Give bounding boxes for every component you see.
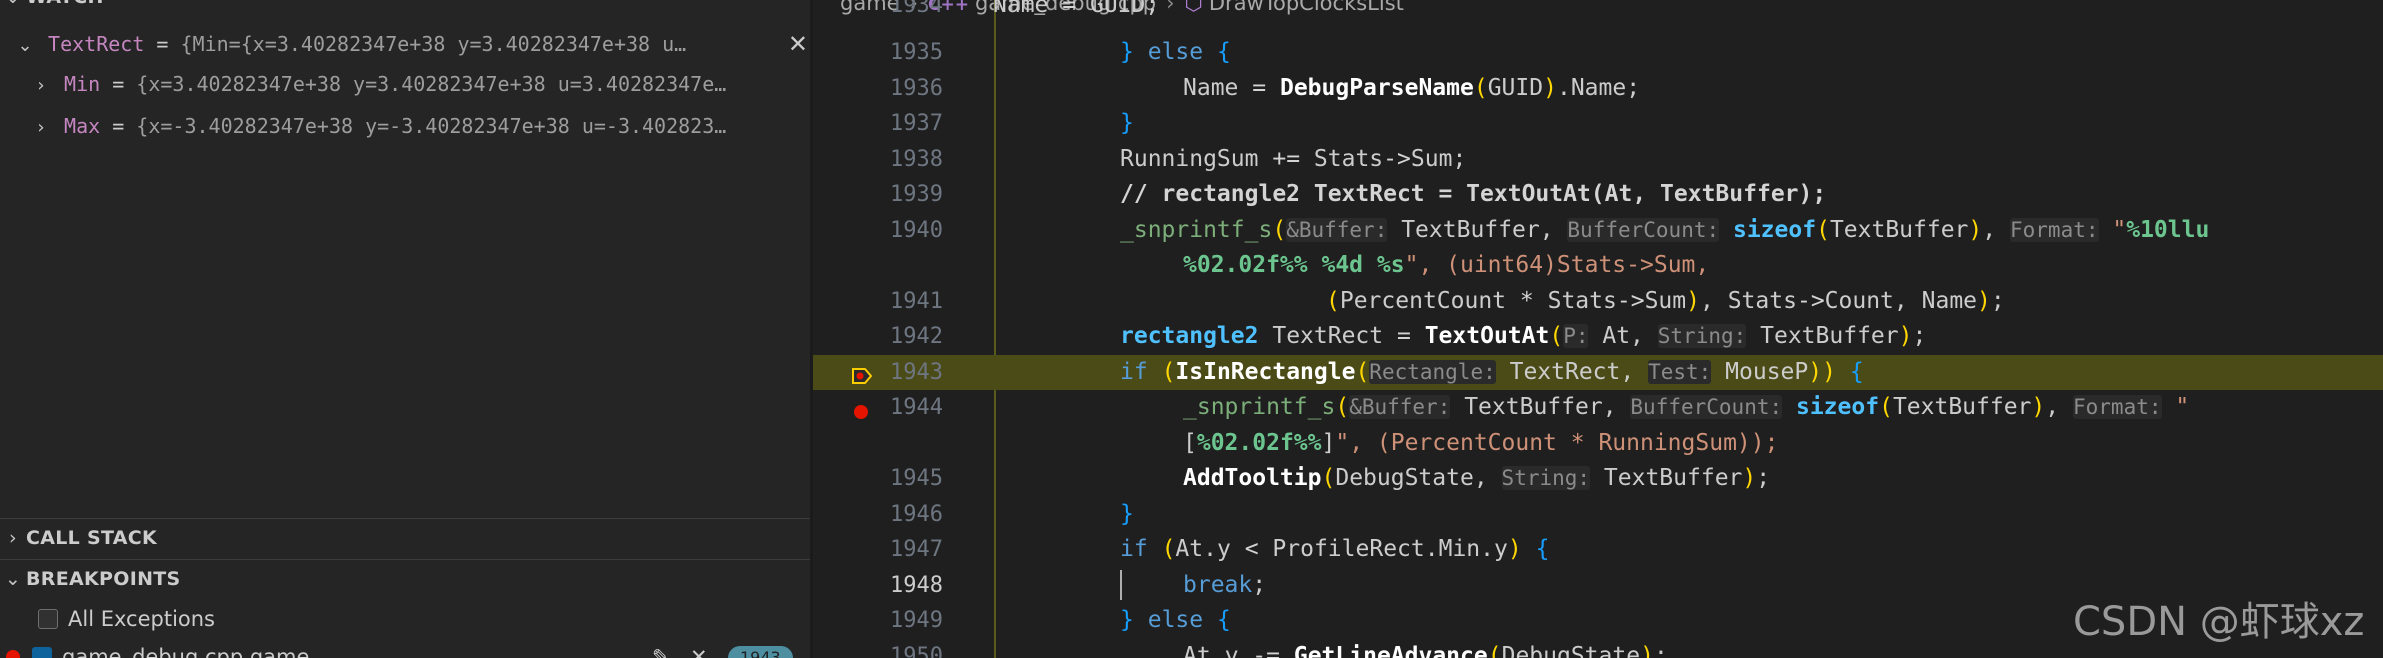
code-editor[interactable]: game › C++ game_debug.cpp › ⬡ DrawTopClocksLis… [813, 0, 2383, 658]
code-text[interactable]: AddTooltip(DebugState, String: TextBuffe… [1183, 461, 1770, 497]
chevron-down-icon[interactable]: ⌄ [14, 28, 36, 62]
all-exceptions-label: All Exceptions [68, 607, 215, 631]
watch-header-label: WATCH [26, 0, 104, 8]
watch-value: {Min={x=3.40282347e+38 y=3.40282347e+38 … [180, 32, 687, 56]
call-stack-label: CALL STACK [26, 527, 158, 549]
chevron-right-icon[interactable]: › [30, 68, 52, 102]
line-number[interactable]: 1938 [813, 142, 943, 178]
breakpoints-section-header[interactable]: ⌄ BREAKPOINTS [0, 559, 810, 598]
code-line[interactable]: 1947 if (At.y < ProfileRect.Min.y) { [813, 532, 2383, 568]
code-line[interactable]: 1939 // rectangle2 TextRect = TextOutAt(A… [813, 177, 2383, 213]
code-text[interactable]: } else { [1120, 603, 1231, 639]
line-number[interactable]: 1948 [813, 568, 943, 604]
watch-value: {x=3.40282347e+38 y=3.40282347e+38 u=3.4… [136, 72, 727, 96]
code-text[interactable]: At.y -= GetLineAdvance(DebugState); [1183, 639, 1668, 658]
code-text[interactable]: [%02.02f%%]", (PercentCount * RunningSum… [1183, 426, 1778, 462]
code-text[interactable]: break; [1183, 568, 1266, 604]
code-line[interactable]: 1935 } else { [813, 35, 2383, 71]
code-line[interactable]: 1942 rectangle2 TextRect = TextOutAt(P: A… [813, 319, 2383, 355]
chevron-right-icon: › [9, 527, 17, 549]
line-number[interactable]: 1939 [813, 177, 943, 213]
watch-equals: = [100, 114, 137, 138]
debug-arrow-icon[interactable] [851, 363, 873, 384]
watch-name: TextRect [48, 32, 145, 56]
code-line[interactable]: 1940 _snprintf_s(&Buffer: TextBuffer, Buf… [813, 213, 2383, 249]
watermark: CSDN @虾球xz [2073, 599, 2365, 645]
code-text[interactable]: %02.02f%% %4d %s", (uint64)Stats->Sum, [1183, 248, 1709, 284]
code-text[interactable]: if (At.y < ProfileRect.Min.y) { [1120, 532, 1549, 568]
code-text[interactable]: } [1120, 497, 1134, 533]
code-text[interactable]: Name = GUID; [993, 0, 1159, 24]
code-text[interactable]: (PercentCount * Stats->Sum), Stats->Coun… [1326, 284, 2005, 320]
debug-sidebar: ⌄WATCH ⌄ TextRect = {Min={x=3.40282347e+… [0, 0, 810, 658]
code-line[interactable]: 1943 if (IsInRectangle(Rectangle: TextRec… [813, 354, 2383, 391]
text-cursor [1120, 570, 1122, 600]
code-line[interactable]: 1945 AddTooltip(DebugState, String: TextB… [813, 461, 2383, 497]
breakpoint-icon[interactable] [851, 398, 871, 419]
chevron-right-icon[interactable]: › [30, 110, 52, 144]
remove-icon[interactable]: ✕ [690, 642, 708, 658]
code-line[interactable]: 1934 Name = GUID; [813, 0, 2383, 24]
line-number[interactable]: 1943 [813, 355, 943, 391]
chevron-down-icon: ⌄ [4, 568, 22, 590]
watch-name: Max [64, 114, 101, 138]
breakpoint-enabled-checkbox[interactable] [32, 647, 52, 658]
breakpoints-label: BREAKPOINTS [26, 568, 181, 590]
line-number[interactable]: 1950 [813, 639, 943, 658]
watch-equals: = [144, 32, 181, 56]
line-number[interactable]: 1934 [813, 0, 943, 24]
breakpoint-all-exceptions[interactable]: All Exceptions [38, 604, 215, 634]
code-text[interactable]: if (IsInRectangle(Rectangle: TextRect, T… [1120, 355, 1864, 391]
watch-equals: = [100, 72, 137, 96]
all-exceptions-checkbox[interactable] [38, 609, 58, 629]
watch-item-max[interactable]: › Max = {x=-3.40282347e+38 y=-3.40282347… [0, 108, 810, 144]
code-text[interactable]: _snprintf_s(&Buffer: TextBuffer, BufferC… [1120, 213, 2209, 249]
breakpoint-icon [6, 650, 20, 658]
code-text[interactable]: // rectangle2 TextRect = TextOutAt(At, T… [1120, 177, 1826, 213]
line-number[interactable]: 1947 [813, 532, 943, 568]
line-number[interactable]: 1946 [813, 497, 943, 533]
breakpoint-line-badge: 1943 [728, 646, 793, 658]
code-text[interactable]: rectangle2 TextRect = TextOutAt(P: At, S… [1120, 319, 1926, 355]
code-line[interactable]: 1946} [813, 497, 2383, 533]
breakpoint-item[interactable]: game_debug.cpp game ✎ ✕ 1943 [0, 642, 810, 658]
line-number[interactable]: 1945 [813, 461, 943, 497]
code-text[interactable]: Name = DebugParseName(GUID).Name; [1183, 71, 1640, 107]
code-text[interactable]: RunningSum += Stats->Sum; [1120, 142, 1466, 178]
chevron-down-icon: ⌄ [0, 0, 26, 16]
call-stack-section-header[interactable]: › CALL STACK [0, 518, 810, 557]
line-number[interactable]: 1937 [813, 106, 943, 142]
watch-item-textrect[interactable]: ⌄ TextRect = {Min={x=3.40282347e+38 y=3.… [0, 26, 810, 62]
code-text[interactable]: } [1120, 106, 1134, 142]
code-text[interactable]: _snprintf_s(&Buffer: TextBuffer, BufferC… [1183, 390, 2189, 426]
line-number[interactable]: 1935 [813, 35, 943, 71]
code-line[interactable]: 1941 (PercentCount * Stats->Sum), Stats->… [813, 284, 2383, 320]
code-line[interactable]: 1938 RunningSum += Stats->Sum; [813, 142, 2383, 178]
close-icon[interactable]: ✕ [788, 26, 808, 62]
line-number[interactable]: 1944 [813, 390, 943, 426]
edit-icon[interactable]: ✎ [652, 642, 670, 658]
code-line[interactable]: %02.02f%% %4d %s", (uint64)Stats->Sum, [813, 248, 2383, 284]
line-number[interactable]: 1949 [813, 603, 943, 639]
code-text[interactable]: } else { [1120, 35, 1231, 71]
watch-section-header[interactable]: ⌄WATCH [0, 0, 810, 16]
line-number[interactable]: 1942 [813, 319, 943, 355]
code-line[interactable]: [%02.02f%%]", (PercentCount * RunningSum… [813, 426, 2383, 462]
code-line[interactable]: 1937} [813, 106, 2383, 142]
line-number[interactable]: 1941 [813, 284, 943, 320]
code-line[interactable]: 1944 _snprintf_s(&Buffer: TextBuffer, Buf… [813, 390, 2383, 426]
breakpoint-file-label: game_debug.cpp game [62, 645, 310, 658]
watch-value: {x=-3.40282347e+38 y=-3.40282347e+38 u=-… [136, 114, 727, 138]
line-number[interactable]: 1936 [813, 71, 943, 107]
watch-item-min[interactable]: › Min = {x=3.40282347e+38 y=3.40282347e+… [0, 66, 810, 102]
line-number[interactable]: 1940 [813, 213, 943, 249]
watch-name: Min [64, 72, 101, 96]
code-line[interactable]: 1936 Name = DebugParseName(GUID).Name; [813, 71, 2383, 107]
